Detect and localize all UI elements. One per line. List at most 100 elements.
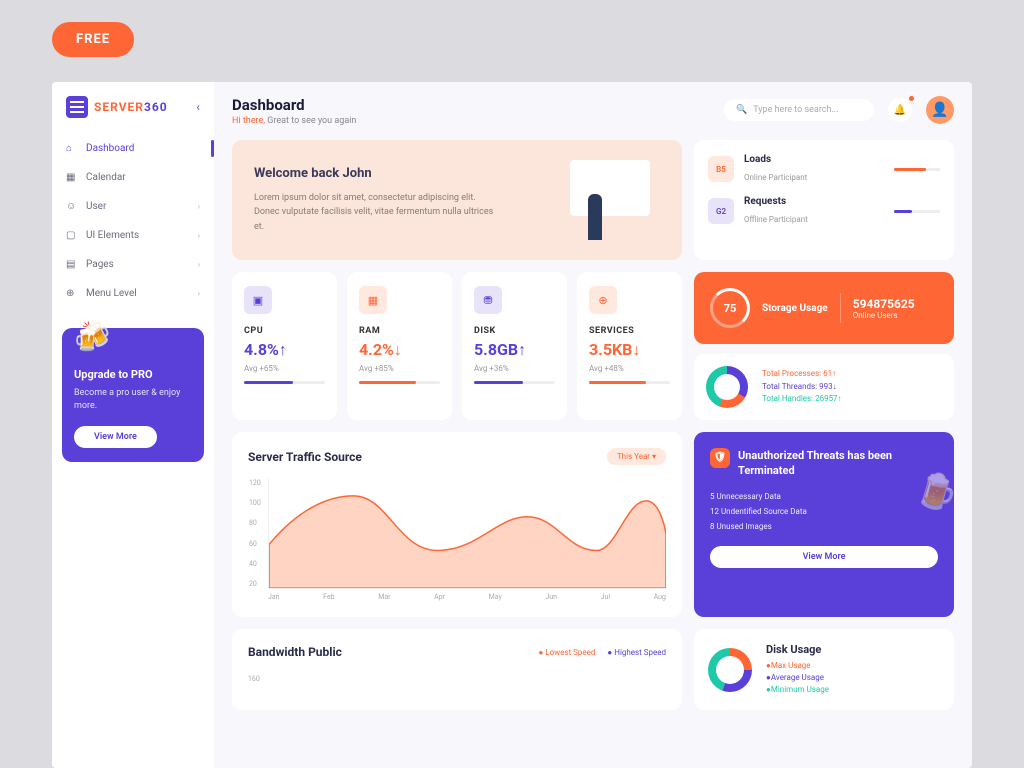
nav-label: Calendar [86,172,126,183]
free-badge: FREE [52,22,134,57]
nav-list: ⌂ Dashboard ▦Calendar ☺ User › ▢ UI Elements… [52,134,214,318]
arrow-down-icon: ↓ [632,340,640,359]
stat-value: 5.8GB [474,340,518,359]
nav-label: Dashboard [86,143,134,154]
chart-area: 12010080604020 [268,479,666,589]
app-window: SERVER360 ‹ ⌂ Dashboard ▦Calendar ☺ User › … [52,82,972,768]
page-title: Dashboard [232,96,356,114]
stat-disk: ⛃ DISK 5.8GB↑ Avg +36% [462,272,567,420]
collapse-icon[interactable]: ‹ [196,100,200,114]
load-row: G2 RequestsOffline Participant [708,196,940,226]
nav-label: Menu Level [86,288,137,299]
load-badge: B5 [708,156,734,182]
load-sub: Offline Participant [744,215,808,224]
welcome-text: Lorem ipsum dolor sit amet, consectetur … [254,191,494,234]
storage-card: 75 Storage Usage 594875625Online Users [694,272,954,344]
stat-value: 3.5KB [589,340,632,359]
chart-filter[interactable]: This Year ▾ [607,448,666,465]
shield-icon: 🛡 [710,448,730,468]
nav-label: User [86,201,106,212]
nav-pages[interactable]: ▤Pages› [52,250,214,279]
beer-icon: 🍻 [71,317,114,358]
bandwidth-ytick: 160 [248,675,666,683]
upgrade-text: Become a pro user & enjoy more. [74,387,192,412]
stat-avg: Avg +48% [589,364,670,373]
brand-part1: SERVER [94,100,144,114]
stat-avg: Avg +65% [244,364,325,373]
notifications-button[interactable]: 🔔 [888,98,912,122]
nav-calendar[interactable]: ▦Calendar [52,163,214,192]
search-placeholder: Type here to search... [753,105,838,115]
nav-user[interactable]: ☺ User › [52,192,214,221]
loads-card: B5 LoadsOnline Participant G2 RequestsOf… [694,140,954,260]
legend-highest: ● Highest Speed [607,648,666,657]
legend-min: ●Minimum Usage [766,684,829,696]
stat-avg: Avg +36% [474,364,555,373]
bell-icon: 🔔 [894,105,906,116]
threats-title: Unauthorized Threats has been Terminated [738,448,938,479]
legend-avg: ●Average Usage [766,672,829,684]
stat-value: 4.2% [359,340,394,359]
cpu-icon: ▣ [244,286,272,314]
greeting-text: Great to see you again [267,116,356,126]
threat-item: 5 Unnecessary Data [710,489,938,504]
stat-services: ⊕SERVICES3.5KB↓Avg +48% [577,272,682,420]
threats-card: 🍺 🛡Unauthorized Threats has been Termina… [694,432,954,617]
storage-ring: 75 [710,288,750,328]
greeting-hi: Hi there, [232,116,265,126]
user-icon: ☺ [66,201,78,212]
threats-view-more[interactable]: View More [710,546,938,568]
arrow-down-icon: ↓ [394,340,402,359]
threat-item: 12 Undentified Source Data [710,504,938,519]
search-input[interactable]: 🔍 Type here to search... [724,99,874,121]
load-row: B5 LoadsOnline Participant [708,154,940,184]
main-content: Dashboard Hi there, Great to see you aga… [214,82,972,768]
threat-item: 8 Unused Images [710,519,938,534]
nav-dashboard[interactable]: ⌂ Dashboard [52,134,214,163]
upgrade-button[interactable]: View More [74,426,157,448]
load-badge: G2 [708,198,734,224]
topbar: Dashboard Hi there, Great to see you aga… [232,96,954,126]
nav-label: UI Elements [86,230,139,241]
load-sub: Online Participant [744,173,807,182]
donut-chart [706,366,748,408]
processes-card: Total Processes: 61↑Total Threands: 993↓… [694,354,954,420]
stat-avg: Avg +85% [359,364,440,373]
disk-donut [708,648,752,692]
bandwidth-card: Bandwidth Public● Lowest Speed● Highest … [232,629,682,710]
avatar[interactable]: 👤 [926,96,954,124]
stat-label: RAM [359,326,440,336]
welcome-illustration [540,160,660,240]
stat-cpu: ▣CPU4.8%↑Avg +65% [232,272,337,420]
load-progress [894,210,940,213]
disk-usage-card: Disk Usage●Max Usage●Average Usage●Minim… [694,629,954,710]
bandwidth-title: Bandwidth Public [248,645,342,659]
sidebar: SERVER360 ‹ ⌂ Dashboard ▦Calendar ☺ User › … [52,82,214,768]
home-icon: ⌂ [66,143,78,154]
stat-bar [589,381,670,384]
stat-label: SERVICES [589,326,670,336]
nav-label: Pages [86,259,114,270]
stat-ram: ▦RAM4.2%↓Avg +85% [347,272,452,420]
logo[interactable]: SERVER360 ‹ [52,96,214,134]
stat-bar [244,381,325,384]
nav-menu-level[interactable]: ⊕Menu Level› [52,279,214,308]
chevron-right-icon: › [198,202,200,211]
pages-icon: ▤ [66,259,78,270]
chevron-right-icon: › [198,231,200,240]
upgrade-title: Upgrade to PRO [74,368,192,381]
elements-icon: ▢ [66,230,78,241]
disk-icon: ⛃ [474,286,502,314]
search-icon: 🔍 [736,105,747,115]
legend-threads: Total Threands: 993↓ [762,381,842,394]
disk-title: Disk Usage [766,643,829,656]
legend-processes: Total Processes: 61↑ [762,368,842,381]
stat-label: DISK [474,326,555,336]
arrow-up-icon: ↑ [518,340,526,359]
load-progress [894,168,940,171]
nav-ui-elements[interactable]: ▢ UI Elements › [52,221,214,250]
traffic-chart-card: Server Traffic SourceThis Year ▾ 1201008… [232,432,682,617]
brand-part2: 360 [144,100,168,114]
welcome-card: Welcome back John Lorem ipsum dolor sit … [232,140,682,260]
stat-value: 4.8% [244,340,279,359]
